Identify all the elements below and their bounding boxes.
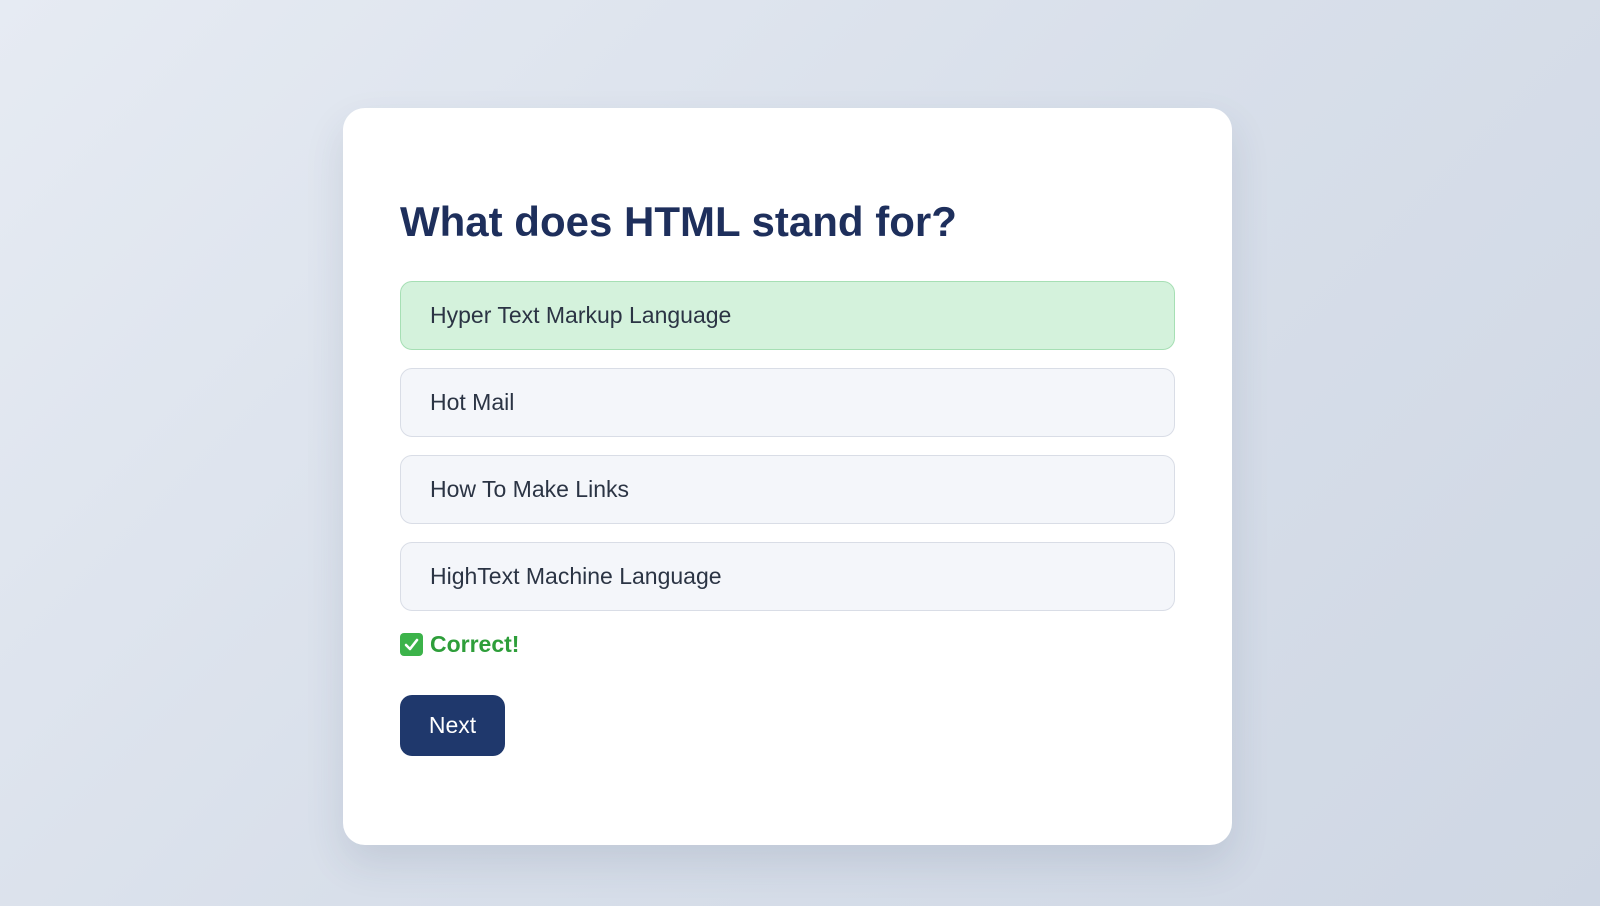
answer-options: Hyper Text Markup Language Hot Mail How … [400,281,1175,611]
answer-option[interactable]: Hot Mail [400,368,1175,437]
check-mark-icon [400,632,423,656]
answer-option-label: HighText Machine Language [430,563,722,589]
quiz-card: What does HTML stand for? Hyper Text Mar… [343,108,1232,845]
feedback-message: Correct! [400,629,1175,659]
question-title: What does HTML stand for? [400,198,957,245]
answer-option-label: Hot Mail [430,389,515,415]
answer-option-correct[interactable]: Hyper Text Markup Language [400,281,1175,350]
feedback-text: Correct! [430,630,520,657]
answer-option-label: Hyper Text Markup Language [430,302,732,328]
next-button[interactable]: Next [400,695,505,756]
answer-option-label: How To Make Links [430,476,629,502]
answer-option[interactable]: HighText Machine Language [400,542,1175,611]
answer-option[interactable]: How To Make Links [400,455,1175,524]
